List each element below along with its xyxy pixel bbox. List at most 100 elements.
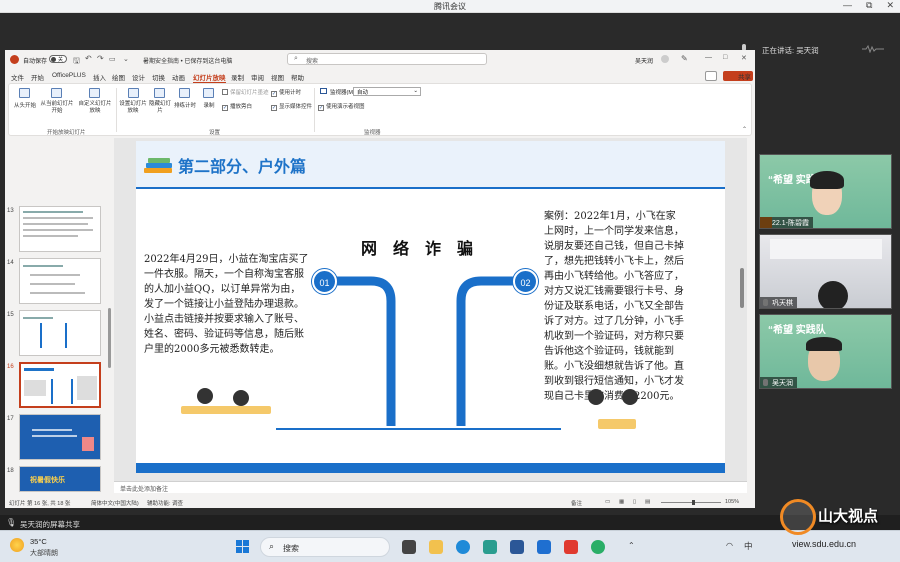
participant-video-1[interactable]: “希望 实践队 22.1-陈碧霞 <box>759 154 892 229</box>
tab-insert[interactable]: 插入 <box>93 72 106 82</box>
windows-start-icon[interactable] <box>236 540 250 554</box>
zoom-slider[interactable] <box>661 500 721 505</box>
windows-taskbar: 35°C 大部晴朗 ⌕ 搜索 ⌃ ◠ 中 山大视点 view.sdu.edu.c… <box>0 499 900 562</box>
weather-icon[interactable] <box>10 538 24 552</box>
app-icon[interactable] <box>510 540 524 554</box>
collapse-ribbon-icon[interactable]: ⌃ <box>742 126 747 133</box>
watermark-url: view.sdu.edu.cn <box>792 539 857 549</box>
pen-icon[interactable]: ✎ <box>681 54 688 63</box>
wifi-icon[interactable]: ◠ <box>726 541 733 550</box>
tab-file[interactable]: 文件 <box>11 72 24 82</box>
maximize-ppt-button[interactable]: □ <box>723 54 727 61</box>
slideshow-view-icon[interactable]: ▤ <box>645 499 650 505</box>
weather-desc[interactable]: 大部晴朗 <box>30 548 58 558</box>
sorter-view-icon[interactable]: ▦ <box>619 499 624 505</box>
slide-scrollbar[interactable] <box>740 268 744 308</box>
tab-transitions[interactable]: 切换 <box>152 72 165 82</box>
taskbar-search[interactable]: ⌕ 搜索 <box>260 537 390 557</box>
thumbnails-scrollbar[interactable] <box>108 308 111 368</box>
tab-draw[interactable]: 绘图 <box>112 72 125 82</box>
comments-button[interactable] <box>705 71 717 81</box>
use-timings-checkbox[interactable]: ✓ 使用计时 <box>271 88 301 97</box>
customize-qat-icon[interactable]: ⌄ <box>123 55 129 63</box>
save-icon[interactable]: 🖫 <box>73 55 80 69</box>
search-box[interactable]: ⌕ 搜索 <box>287 53 487 65</box>
setup-show-button[interactable]: 设置幻灯片放映 <box>119 101 147 115</box>
language-status[interactable]: 简体中文(中国大陆) <box>91 499 139 507</box>
tab-home[interactable]: 开始 <box>31 72 44 82</box>
close-button[interactable]: ✕ <box>886 0 894 11</box>
play-current-icon <box>51 88 62 98</box>
mic-icon[interactable]: 🎙 <box>6 518 16 527</box>
participant-video-3[interactable]: “希望 实践队 吴天润 <box>759 314 892 389</box>
task-view-icon[interactable] <box>402 540 416 554</box>
slide-thumbnail-14[interactable] <box>19 258 101 304</box>
audio-wave-icon <box>862 44 884 54</box>
custom-show-icon <box>89 88 100 98</box>
from-beginning-button[interactable]: 从头开始 <box>11 101 39 109</box>
tab-record[interactable]: 录制 <box>231 72 244 82</box>
store-icon[interactable] <box>483 540 497 554</box>
hide-slide-button[interactable]: 隐藏幻灯片 <box>147 101 173 115</box>
taskbar-search-label: 搜索 <box>283 544 299 553</box>
group-label-setup: 设置 <box>209 130 221 136</box>
wechat-icon[interactable] <box>591 540 605 554</box>
reading-view-icon[interactable]: ▯ <box>633 499 636 505</box>
avatar[interactable] <box>661 55 669 63</box>
tab-design[interactable]: 设计 <box>132 72 145 82</box>
minimize-ppt-button[interactable]: — <box>705 54 712 61</box>
wps-icon[interactable] <box>564 540 578 554</box>
custom-show-button[interactable]: 自定义幻灯片放映 <box>77 101 113 115</box>
setup-show-icon <box>128 88 139 98</box>
tencent-meeting-icon[interactable] <box>537 540 551 554</box>
edge-icon[interactable] <box>456 540 470 554</box>
screen-share-bar: 🎙 吴天润的屏幕共享 <box>0 515 900 530</box>
from-current-button[interactable]: 从当前幻灯片开始 <box>39 101 75 115</box>
record-button[interactable]: 录制 <box>199 101 219 109</box>
chevron-up-icon[interactable]: ⌃ <box>628 541 635 550</box>
slide-thumbnail-16[interactable] <box>19 362 101 408</box>
divider <box>116 88 117 132</box>
play-narration-checkbox[interactable]: ✓ 播放旁白 <box>222 102 252 111</box>
autosave-toggle[interactable]: 关 <box>49 55 67 63</box>
file-explorer-icon[interactable] <box>429 540 443 554</box>
tab-animations[interactable]: 动画 <box>172 72 185 82</box>
undo-icon[interactable]: ↶ <box>85 54 92 63</box>
accessibility-status[interactable]: 辅助功能: 调查 <box>147 499 183 507</box>
notes-pane[interactable]: 单击此处添加备注 <box>114 481 747 493</box>
weather-temp[interactable]: 35°C <box>30 537 47 546</box>
record-icon <box>203 88 214 98</box>
slide-thumbnail-13[interactable] <box>19 206 101 252</box>
tab-review[interactable]: 审阅 <box>251 72 264 82</box>
user-name[interactable]: 吴天润 <box>635 56 653 65</box>
tab-help[interactable]: 帮助 <box>291 72 304 82</box>
tab-officeplus[interactable]: OfficePLUS <box>52 72 86 79</box>
notes-toggle[interactable]: 备注 <box>571 499 582 507</box>
rehearse-timings-button[interactable]: 排练计时 <box>172 101 198 109</box>
slideshow-icon[interactable]: ▭ <box>109 55 116 63</box>
monitor-select[interactable]: 自动 ⌄ <box>353 87 421 96</box>
share-button[interactable]: 共享 <box>723 71 753 81</box>
close-ppt-button[interactable]: ✕ <box>741 54 747 62</box>
slide-thumbnail-18[interactable]: 祝暑假快乐 <box>19 466 101 492</box>
hide-slide-icon <box>154 88 165 98</box>
presenter-view-checkbox[interactable]: ✓ 使用演示者视图 <box>318 102 365 111</box>
thumb-num: 17 <box>7 416 14 422</box>
autosave-label: 自动保存 <box>23 59 48 65</box>
thumb-num: 15 <box>7 312 14 318</box>
restore-button[interactable]: ⧉ <box>866 0 872 11</box>
participant-video-2[interactable]: 巩天棋 <box>759 234 892 309</box>
slide-thumbnail-17[interactable] <box>19 414 101 460</box>
minimize-button[interactable]: — <box>843 0 852 11</box>
meeting-title: 腾讯会议 <box>434 2 466 11</box>
tab-view[interactable]: 视图 <box>271 72 284 82</box>
slide-thumbnail-15[interactable] <box>19 310 101 356</box>
keep-ink-checkbox[interactable]: 保留幻灯片墨迹 <box>222 88 269 96</box>
ime-indicator[interactable]: 中 <box>744 540 753 552</box>
zoom-level[interactable]: 105% <box>725 499 739 505</box>
redo-icon[interactable]: ↷ <box>97 54 104 63</box>
normal-view-icon[interactable]: ▭ <box>605 499 610 505</box>
tab-slideshow[interactable]: 幻灯片放映 <box>193 72 226 83</box>
circle-badge-02: 02 <box>513 269 538 294</box>
show-media-controls-checkbox[interactable]: ✓ 显示媒体控件 <box>271 102 312 111</box>
